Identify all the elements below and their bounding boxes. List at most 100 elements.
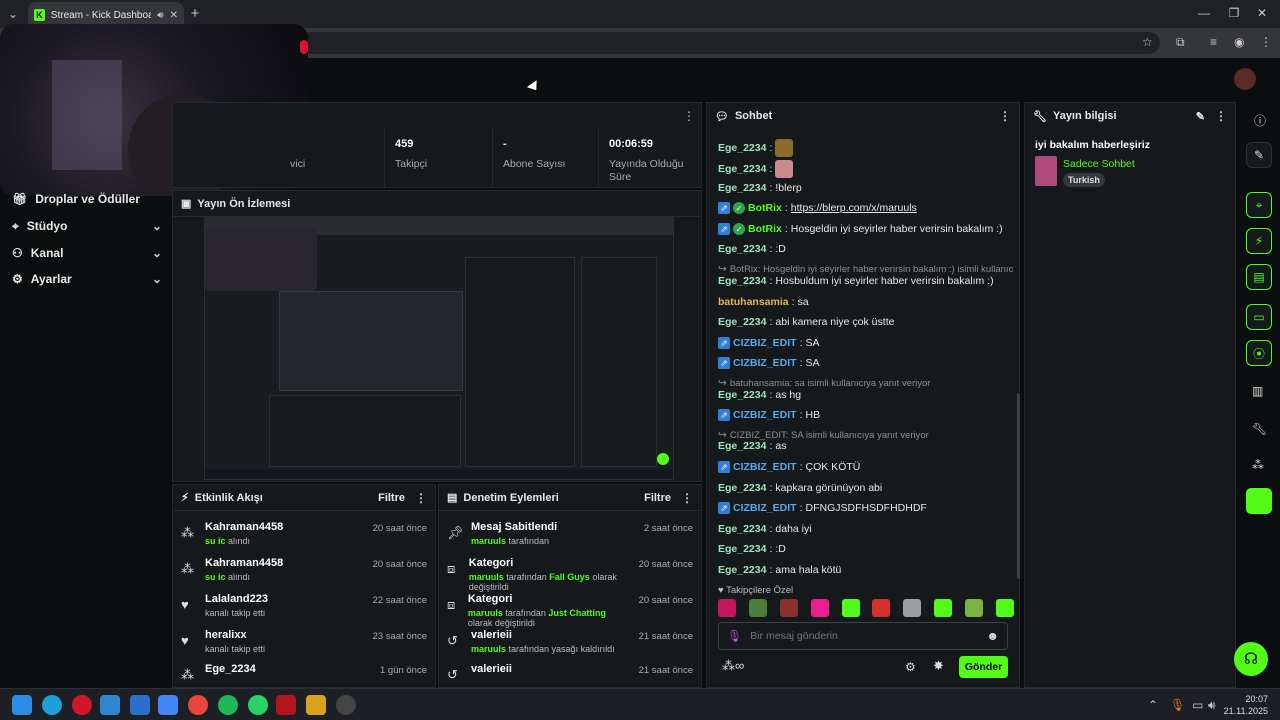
moderation-filter-button[interactable]: Filtre [644, 492, 671, 504]
chat-username[interactable]: Ege_2234 [718, 163, 766, 175]
avatar-rail-button[interactable] [1246, 488, 1272, 514]
profile-icon[interactable]: ◉ [1234, 35, 1244, 49]
more-options-icon[interactable]: ⋮ [415, 491, 427, 505]
emote-shortcut[interactable] [841, 599, 860, 617]
chat-username[interactable]: CIZBIZ_EDIT [733, 461, 797, 473]
windows-start-icon[interactable] [12, 695, 32, 715]
chat-username[interactable]: Ege_2234 [718, 275, 766, 287]
user-avatar[interactable] [1234, 68, 1256, 90]
activity-filter-button[interactable]: Filtre [378, 492, 405, 504]
netflix-icon[interactable] [276, 695, 296, 715]
rail-button-1[interactable]: ⌖ [1246, 192, 1272, 218]
emote-shortcut[interactable] [872, 599, 891, 617]
whatsapp-icon[interactable] [248, 695, 268, 715]
help-headset-icon[interactable]: ☊ [1234, 642, 1268, 676]
emote-shortcut[interactable] [995, 599, 1014, 617]
chat-username[interactable]: Ege_2234 [718, 243, 766, 255]
kick-icon[interactable]: ⁂ [1252, 458, 1264, 472]
chat-username[interactable]: CIZBIZ_EDIT [733, 502, 797, 514]
settings-badge-icon[interactable]: ✸ [933, 658, 944, 674]
audio-icon[interactable]: 🔊︎ [157, 10, 163, 21]
browser-menu-icon[interactable]: ⋮ [1260, 35, 1272, 49]
store-icon[interactable] [130, 695, 150, 715]
sidebar-item-drops[interactable]: 🎁︎ Droplar ve Ödüller [12, 188, 162, 210]
window-close-button[interactable]: ✕ [1254, 6, 1270, 20]
gear-icon[interactable]: ⚙ [905, 660, 916, 674]
chat-username[interactable]: Ege_2234 [718, 564, 766, 576]
preview-title: Yayın Ön İzlemesi [197, 197, 291, 210]
spotify-icon[interactable] [218, 695, 238, 715]
chat-username[interactable]: batuhansamia [718, 296, 789, 308]
more-options-icon[interactable]: ⋮ [1215, 109, 1227, 123]
chat-scrollbar[interactable] [1017, 393, 1020, 579]
tray-network-icon[interactable]: ▭ [1192, 698, 1203, 712]
address-bar[interactable] [300, 32, 1160, 54]
window-minimize-button[interactable]: — [1196, 6, 1212, 20]
media-control-icon[interactable]: ≡ [1210, 35, 1217, 49]
chat-username[interactable]: Ege_2234 [718, 142, 766, 154]
extensions-icon[interactable]: ⧉ [1176, 35, 1185, 50]
send-button[interactable]: Gönder [959, 656, 1008, 678]
layout-icon[interactable]: ▥ [1252, 384, 1263, 398]
rail-button-4[interactable]: ▭ [1246, 304, 1272, 330]
emote-shortcut[interactable] [748, 599, 767, 617]
tray-clock[interactable]: 20:07 21.11.2025 [1224, 693, 1268, 717]
moderator-badge-icon: ⇗ [718, 409, 730, 421]
chat-username[interactable]: BotRix [748, 223, 782, 235]
emote-shortcut[interactable] [718, 599, 736, 617]
edge-icon[interactable] [42, 695, 62, 715]
chat-username[interactable]: CIZBIZ_EDIT [733, 337, 797, 349]
emote-shortcut[interactable] [934, 599, 953, 617]
more-options-icon[interactable]: ⋮ [999, 109, 1011, 123]
chat-username[interactable]: CIZBIZ_EDIT [733, 409, 797, 421]
chat-link[interactable]: https://blerp.com/x/maruuls [791, 202, 917, 214]
chat-username[interactable]: Ege_2234 [718, 389, 766, 401]
emote-shortcut[interactable] [965, 599, 983, 617]
tab-close-icon[interactable]: ✕ [170, 10, 178, 21]
tray-mic-icon[interactable]: 🎙︎ [1170, 698, 1185, 712]
chat-input[interactable] [750, 630, 979, 642]
chat-username[interactable]: Ege_2234 [718, 440, 766, 452]
chat-username[interactable]: Ege_2234 [718, 523, 766, 535]
more-options-icon[interactable]: ⋮ [681, 491, 693, 505]
tray-chevron-up-icon[interactable]: ⌃ [1148, 698, 1158, 712]
files-icon[interactable] [306, 695, 326, 715]
chat-username[interactable]: Ege_2234 [718, 543, 766, 555]
stream-preview-video[interactable] [204, 216, 674, 480]
bookmark-star-icon[interactable]: ☆ [1142, 35, 1153, 49]
obs-icon[interactable] [336, 695, 356, 715]
info-icon[interactable]: ⓘ [1254, 112, 1266, 129]
browser-app-icon[interactable] [158, 695, 178, 715]
emote-shortcut[interactable] [779, 599, 798, 617]
tab-list-icon[interactable]: ⌄ [6, 7, 20, 21]
emote-shortcut[interactable] [903, 599, 922, 617]
emote-shortcut[interactable] [810, 599, 829, 617]
microphone-icon[interactable]: 🎙︎ [727, 629, 742, 643]
edit-rail-button[interactable]: ✎ [1246, 142, 1272, 168]
window-maximize-button[interactable]: ❐ [1226, 6, 1242, 20]
rail-button-2[interactable]: ⚡︎ [1246, 228, 1272, 254]
tray-volume-icon[interactable]: 🔊︎ [1208, 698, 1216, 713]
wrench-icon[interactable]: 🔧︎ [1252, 422, 1267, 436]
chat-username[interactable]: Ege_2234 [718, 182, 766, 194]
sidebar-item-studio[interactable]: ⌖ Stüdyo ⌄ [12, 215, 162, 237]
sidebar-item-channel[interactable]: ⚇ Kanal ⌄ [12, 242, 162, 264]
chat-input-box[interactable]: 🎙︎ ☻ [718, 622, 1008, 650]
chat-username[interactable]: CIZBIZ_EDIT [733, 357, 797, 369]
chat-username[interactable]: Ege_2234 [718, 316, 766, 328]
chat-username[interactable]: BotRix [748, 202, 782, 214]
edit-icon[interactable]: ✎ [1196, 110, 1205, 123]
chrome-icon[interactable] [188, 695, 208, 715]
new-tab-button[interactable]: + [188, 5, 202, 22]
rail-button-5[interactable]: ⦿ [1246, 340, 1272, 366]
emoji-icon[interactable]: ☻ [986, 629, 999, 643]
rail-button-3[interactable]: ▤ [1246, 264, 1272, 290]
chat-text: ama hala kötü [775, 564, 842, 576]
chat-username[interactable]: Ege_2234 [718, 482, 766, 494]
category-link[interactable]: Sadece Sohbet [1063, 158, 1135, 170]
sidebar-item-settings[interactable]: ⚙ Ayarlar ⌄ [12, 268, 162, 290]
kick-points-icon[interactable]: ⁂∞ [722, 658, 744, 674]
opera-icon[interactable] [72, 695, 92, 715]
photos-icon[interactable] [100, 695, 120, 715]
more-options-icon[interactable]: ⋮ [683, 109, 695, 123]
